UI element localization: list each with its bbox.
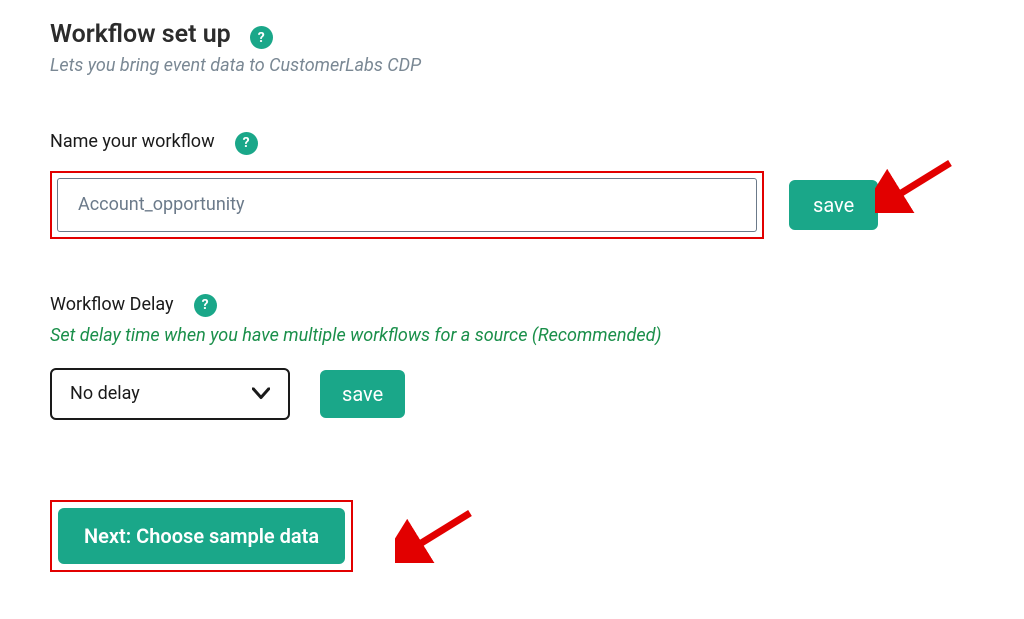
delay-select-value: No delay (70, 383, 140, 404)
name-workflow-label: Name your workflow (50, 131, 215, 152)
page-subtitle: Lets you bring event data to CustomerLab… (50, 55, 974, 76)
help-icon[interactable]: ? (250, 26, 273, 49)
next-button-highlight: Next: Choose sample data (50, 500, 353, 572)
workflow-name-input[interactable] (57, 178, 757, 232)
delay-select[interactable]: No delay (50, 368, 290, 420)
workflow-delay-section: Workflow Delay ? Set delay time when you… (50, 294, 974, 420)
arrow-annotation (875, 158, 955, 213)
next-button[interactable]: Next: Choose sample data (58, 508, 345, 564)
next-section: Next: Choose sample data (50, 500, 974, 572)
page-title: Workflow set up (50, 20, 231, 49)
name-input-highlight (50, 171, 764, 239)
save-delay-button[interactable]: save (320, 370, 405, 418)
help-icon[interactable]: ? (194, 294, 217, 317)
save-name-button[interactable]: save (789, 180, 878, 230)
chevron-down-icon (252, 384, 270, 403)
arrow-annotation (395, 508, 475, 563)
name-workflow-section: Name your workflow ? save (50, 131, 974, 238)
delay-hint: Set delay time when you have multiple wo… (50, 325, 974, 346)
workflow-delay-label: Workflow Delay (50, 294, 174, 315)
help-icon[interactable]: ? (235, 132, 258, 155)
